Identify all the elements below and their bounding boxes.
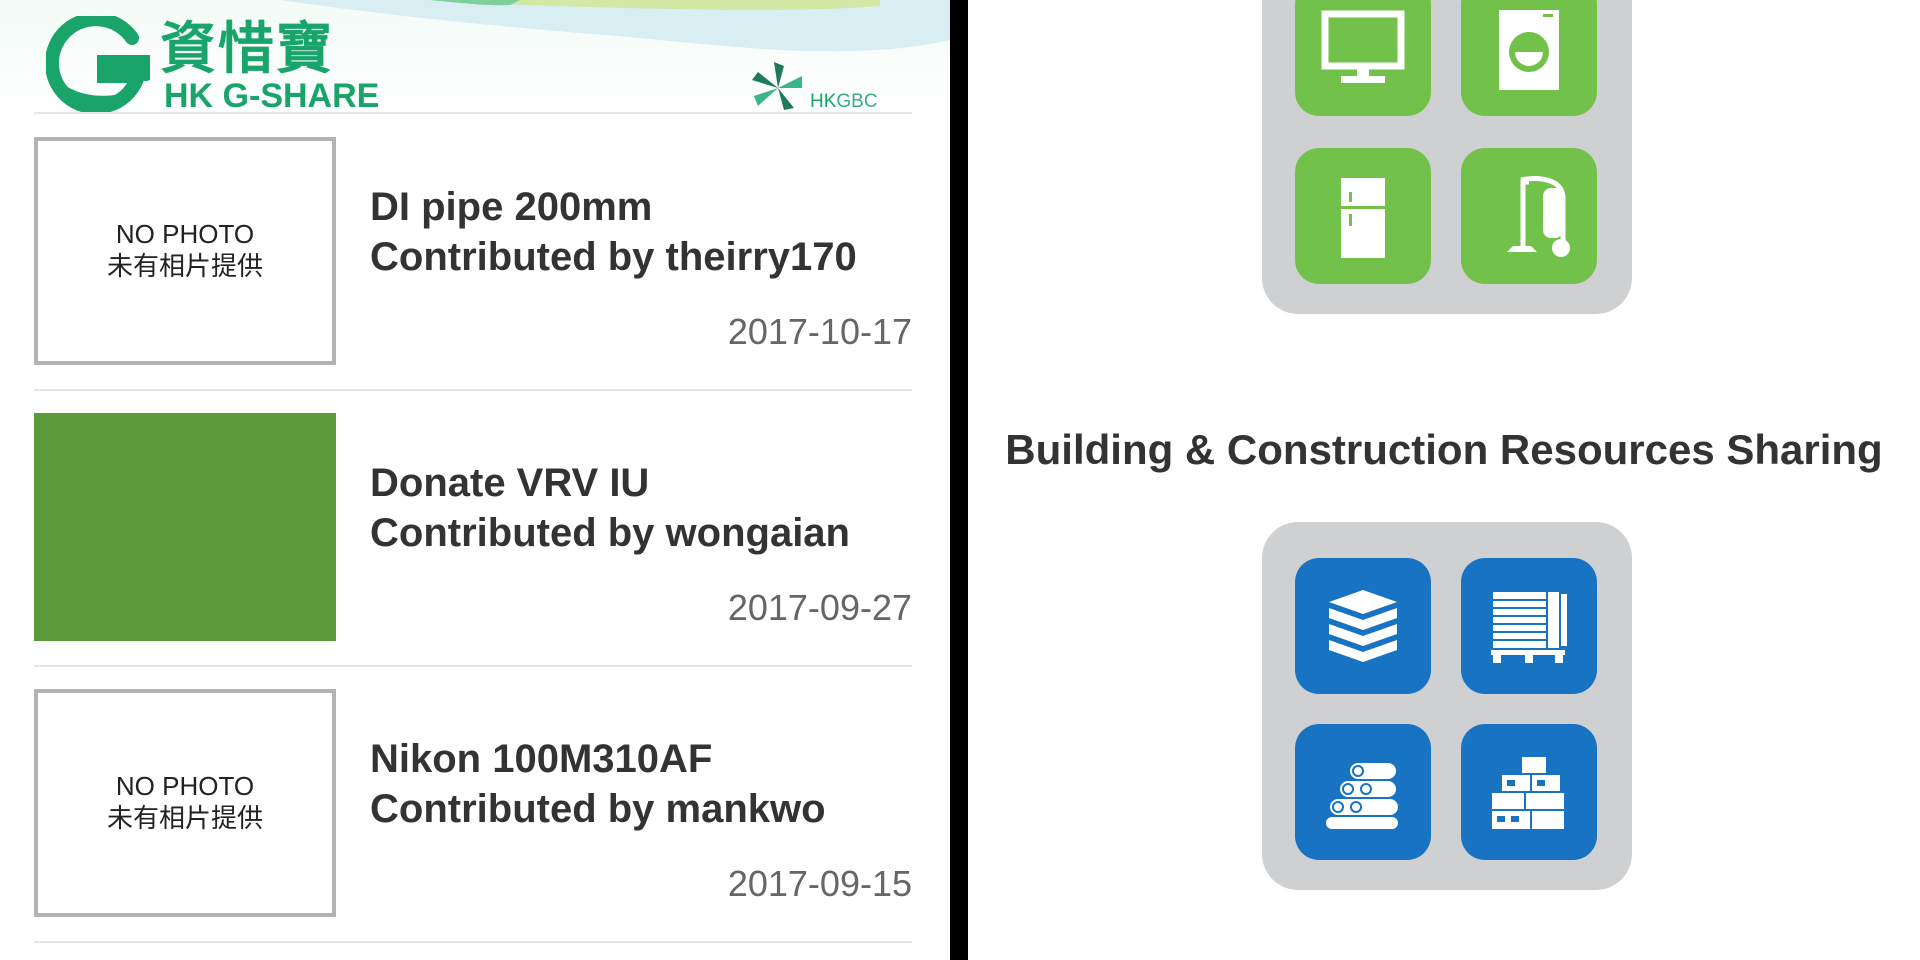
listing-contributor: Contributed by mankwo — [370, 787, 826, 831]
no-photo-placeholder: NO PHOTO 未有相片提供 — [34, 689, 336, 917]
appliance-category-group — [1262, 0, 1632, 314]
listing-date: 2017-10-17 — [727, 311, 912, 352]
no-photo-label-chinese: 未有相片提供 — [106, 804, 263, 834]
hkgbc-logo-icon — [752, 62, 802, 110]
listing-title: DI pipe 200mm — [370, 185, 653, 229]
categories-panel: Building & Construction Resources Sharin… — [968, 0, 1920, 960]
logo-chinese-name: 資惜寶 — [160, 17, 334, 82]
building-category-group — [1262, 522, 1632, 890]
category-tile-washing-machine[interactable] — [1461, 0, 1597, 116]
listing-photo — [34, 413, 336, 641]
list-divider — [34, 665, 912, 667]
category-tile-boards[interactable] — [1295, 558, 1431, 694]
category-tile-tv[interactable] — [1295, 0, 1431, 116]
no-photo-label: NO PHOTO — [115, 771, 255, 801]
listing-panel: 資惜寶 HK G-SHARE HKGBC NO PHOTO 未有相片提供 DI … — [0, 0, 950, 960]
listing-contributor: Contributed by theirry170 — [370, 235, 857, 279]
pallet-sheets-icon — [1491, 592, 1567, 663]
category-tile-blocks[interactable] — [1461, 724, 1597, 860]
header-divider — [34, 112, 912, 114]
stacked-boards-icon — [1329, 590, 1397, 662]
listing-item[interactable]: NO PHOTO 未有相片提供 Nikon 100M310AF Contribu… — [34, 686, 912, 960]
list-divider — [34, 389, 912, 391]
category-tile-pipes[interactable] — [1295, 724, 1431, 860]
logo-english-name: HK G-SHARE — [164, 77, 380, 115]
listing-title: Donate VRV IU — [370, 461, 650, 505]
listing-date: 2017-09-15 — [727, 863, 912, 904]
category-tile-vacuum[interactable] — [1461, 148, 1597, 284]
hkgbc-logo-text: HKGBC — [810, 91, 878, 112]
gshare-logo-icon — [46, 16, 150, 112]
category-tile-pallet[interactable] — [1461, 558, 1597, 694]
pipes-stack-icon — [1324, 761, 1400, 831]
building-section-heading: Building & Construction Resources Sharin… — [1005, 426, 1883, 473]
tv-icon — [1321, 10, 1405, 83]
refrigerator-icon — [1341, 178, 1385, 258]
listing-date: 2017-09-27 — [727, 587, 912, 628]
no-photo-label-chinese: 未有相片提供 — [106, 252, 263, 282]
category-tile-refrigerator[interactable] — [1295, 148, 1431, 284]
listing-contributor: Contributed by wongaian — [370, 511, 850, 555]
no-photo-label: NO PHOTO — [115, 219, 255, 249]
header-banner: 資惜寶 HK G-SHARE HKGBC — [0, 0, 950, 115]
washing-machine-icon — [1499, 10, 1559, 90]
list-divider — [34, 941, 912, 943]
vacuum-cleaner-icon — [1507, 176, 1570, 257]
listing-title: Nikon 100M310AF — [370, 737, 713, 781]
listing-item[interactable]: Donate VRV IU Contributed by wongaian 20… — [34, 410, 912, 686]
no-photo-placeholder: NO PHOTO 未有相片提供 — [34, 137, 336, 365]
bricks-blocks-icon — [1490, 755, 1566, 831]
listing-item[interactable]: NO PHOTO 未有相片提供 DI pipe 200mm Contribute… — [34, 134, 912, 410]
screen-split-divider — [950, 0, 968, 960]
